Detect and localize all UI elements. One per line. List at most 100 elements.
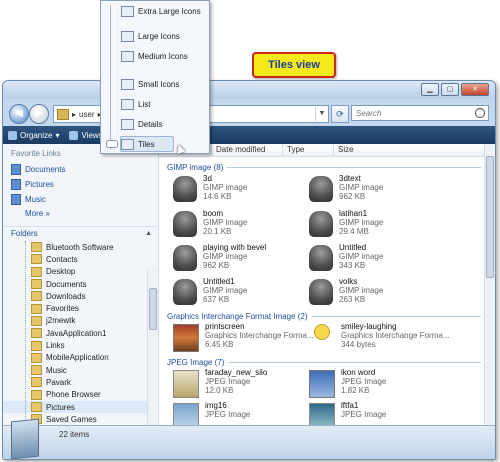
folder-item[interactable]: MobileApplication <box>3 352 158 364</box>
back-button[interactable]: ◀ <box>9 104 29 124</box>
menu-item-extra-large-icons[interactable]: Extra Large Icons <box>121 4 201 18</box>
gimp-file-icon <box>173 176 197 202</box>
pictures-icon <box>11 179 21 190</box>
gimp-file-icon <box>309 176 333 202</box>
file-tile[interactable]: lftfa1 JPEG Image <box>309 401 386 426</box>
jpeg-thumbnail-icon <box>309 370 335 398</box>
close-button[interactable]: ✕ <box>461 83 489 96</box>
documents-icon <box>11 164 21 175</box>
group-header[interactable]: JPEG Image (7) <box>167 356 495 368</box>
more-link[interactable]: More » <box>3 207 158 218</box>
search-input[interactable]: Search <box>351 105 489 121</box>
folder-item[interactable]: JavaApplication1 <box>3 327 158 339</box>
folder-item-selected[interactable]: Pictures <box>3 400 158 414</box>
folder-item[interactable]: Pavark <box>3 376 158 388</box>
file-tile[interactable]: latihan1 GIMP image 29.4 MB <box>309 209 383 243</box>
folder-icon <box>57 108 69 120</box>
group-header[interactable]: Graphics Interchange Format Image (2) <box>167 310 495 322</box>
file-tile[interactable]: printscreen Graphics Interchange Forma...… <box>173 322 314 356</box>
music-icon <box>11 194 21 205</box>
folder-item[interactable]: j2mewtk <box>3 315 158 327</box>
column-date-modified[interactable]: Date modified <box>212 144 283 156</box>
scrollbar-thumb[interactable] <box>486 156 494 278</box>
file-tile[interactable]: img16 JPEG Image <box>173 401 250 426</box>
forward-button[interactable]: ▶ <box>29 104 49 124</box>
folder-icon <box>31 389 42 400</box>
minimize-button[interactable]: ▁ <box>421 83 439 96</box>
folder-item[interactable]: Desktop <box>3 266 158 278</box>
gimp-file-icon <box>309 245 333 271</box>
file-tile[interactable]: boom GIMP image 20.1 KB <box>173 209 247 243</box>
address-path[interactable]: user <box>79 110 95 119</box>
menu-item-small-icons[interactable]: Small Icons <box>121 77 179 91</box>
tree-line <box>25 241 26 426</box>
file-tile[interactable]: Untitled GIMP image 343 KB <box>309 243 383 277</box>
navigation-scrollbar[interactable] <box>147 268 158 426</box>
tiles-view-callout: Tiles view <box>252 52 336 78</box>
chevron-down-icon[interactable]: ▼ <box>315 107 328 121</box>
details-icon <box>121 118 134 130</box>
folder-item[interactable]: Contacts <box>3 253 158 265</box>
refresh-button[interactable]: ⟳ <box>331 105 349 123</box>
views-icon <box>69 130 79 140</box>
file-tile[interactable]: volks GIMP image 263 KB <box>309 277 383 311</box>
organize-icon <box>8 130 17 140</box>
list-icon <box>121 98 134 110</box>
file-list-scrollbar[interactable] <box>484 144 495 426</box>
column-size[interactable]: Size <box>334 144 398 156</box>
column-type[interactable]: Type <box>283 144 334 156</box>
menu-item-tiles[interactable]: Tiles <box>120 136 174 152</box>
window-body: Favorite Links Documents Pictures Music … <box>3 144 495 426</box>
view-size-slider-track[interactable] <box>110 5 115 149</box>
folder-tree: Bluetooth Software Contacts Desktop Docu… <box>3 241 158 426</box>
maximize-button[interactable]: ▢ <box>441 83 459 96</box>
navigation-pane: Favorite Links Documents Pictures Music … <box>3 144 159 426</box>
menu-item-details[interactable]: Details <box>121 117 162 131</box>
file-tile[interactable]: playing with bevel GIMP image 962 KB <box>173 243 266 277</box>
folder-item[interactable]: Phone Browser <box>3 389 158 401</box>
organize-button[interactable]: Organize ▾ <box>3 130 64 140</box>
gimp-file-icon <box>309 211 333 237</box>
view-size-slider-handle[interactable] <box>106 140 118 148</box>
jpeg-thumbnail-icon <box>173 370 199 398</box>
folder-item[interactable]: Bluetooth Software <box>3 241 158 253</box>
folder-item[interactable]: Downloads <box>3 290 158 302</box>
favorite-link-pictures[interactable]: Pictures <box>3 177 158 192</box>
views-menu: Extra Large Icons Large Icons Medium Ico… <box>100 0 210 154</box>
item-count: 22 items <box>59 430 90 439</box>
small-icons-icon <box>121 78 134 90</box>
folder-item[interactable]: Music <box>3 364 158 376</box>
folder-item[interactable]: Documents <box>3 278 158 290</box>
file-tile[interactable]: Untitled1 GIMP image 637 KB <box>173 277 247 311</box>
gimp-file-icon <box>309 279 333 305</box>
scrollbar-thumb[interactable] <box>149 288 157 330</box>
extra-large-icons-icon <box>121 5 134 17</box>
file-tile[interactable]: smiley-laughing Graphics Interchange Form… <box>309 322 450 356</box>
gimp-file-icon <box>173 211 197 237</box>
address-row: ◀ ▶ ▸ user ▸ ▼ ⟳ Search <box>3 103 495 125</box>
folder-item[interactable]: Links <box>3 339 158 351</box>
details-pane: 22 items <box>3 418 495 459</box>
file-tile[interactable]: 3d GIMP image 14.6 KB <box>173 174 247 208</box>
favorite-link-documents[interactable]: Documents <box>3 162 158 177</box>
search-icon <box>475 108 485 118</box>
menu-item-medium-icons[interactable]: Medium Icons <box>121 49 188 63</box>
menu-item-large-icons[interactable]: Large Icons <box>121 29 180 43</box>
folder-icon <box>31 242 42 253</box>
chevron-down-icon: ▾ <box>55 130 60 140</box>
file-tile[interactable]: faraday_new_silo JPEG Image 12.0 KB <box>173 368 267 402</box>
folder-icon <box>31 340 42 351</box>
file-list: Name Date modified Type Size GIMP image … <box>159 144 495 426</box>
file-tile[interactable]: ikon word JPEG Image 1.82 KB <box>309 368 386 402</box>
folder-item[interactable]: Favorites <box>3 302 158 314</box>
folder-icon <box>31 254 42 265</box>
menu-item-list[interactable]: List <box>121 97 150 111</box>
file-tile[interactable]: 3dtext GIMP image 962 KB <box>309 174 383 208</box>
window-controls: ▁ ▢ ✕ <box>421 83 489 96</box>
folders-header[interactable]: Folders ▲ <box>3 226 158 241</box>
jpeg-thumbnail-icon <box>309 403 335 426</box>
favorite-link-music[interactable]: Music <box>3 192 158 207</box>
folder-icon <box>31 315 42 326</box>
group-header[interactable]: GIMP image (8) <box>167 161 495 173</box>
folder-icon <box>31 365 42 376</box>
